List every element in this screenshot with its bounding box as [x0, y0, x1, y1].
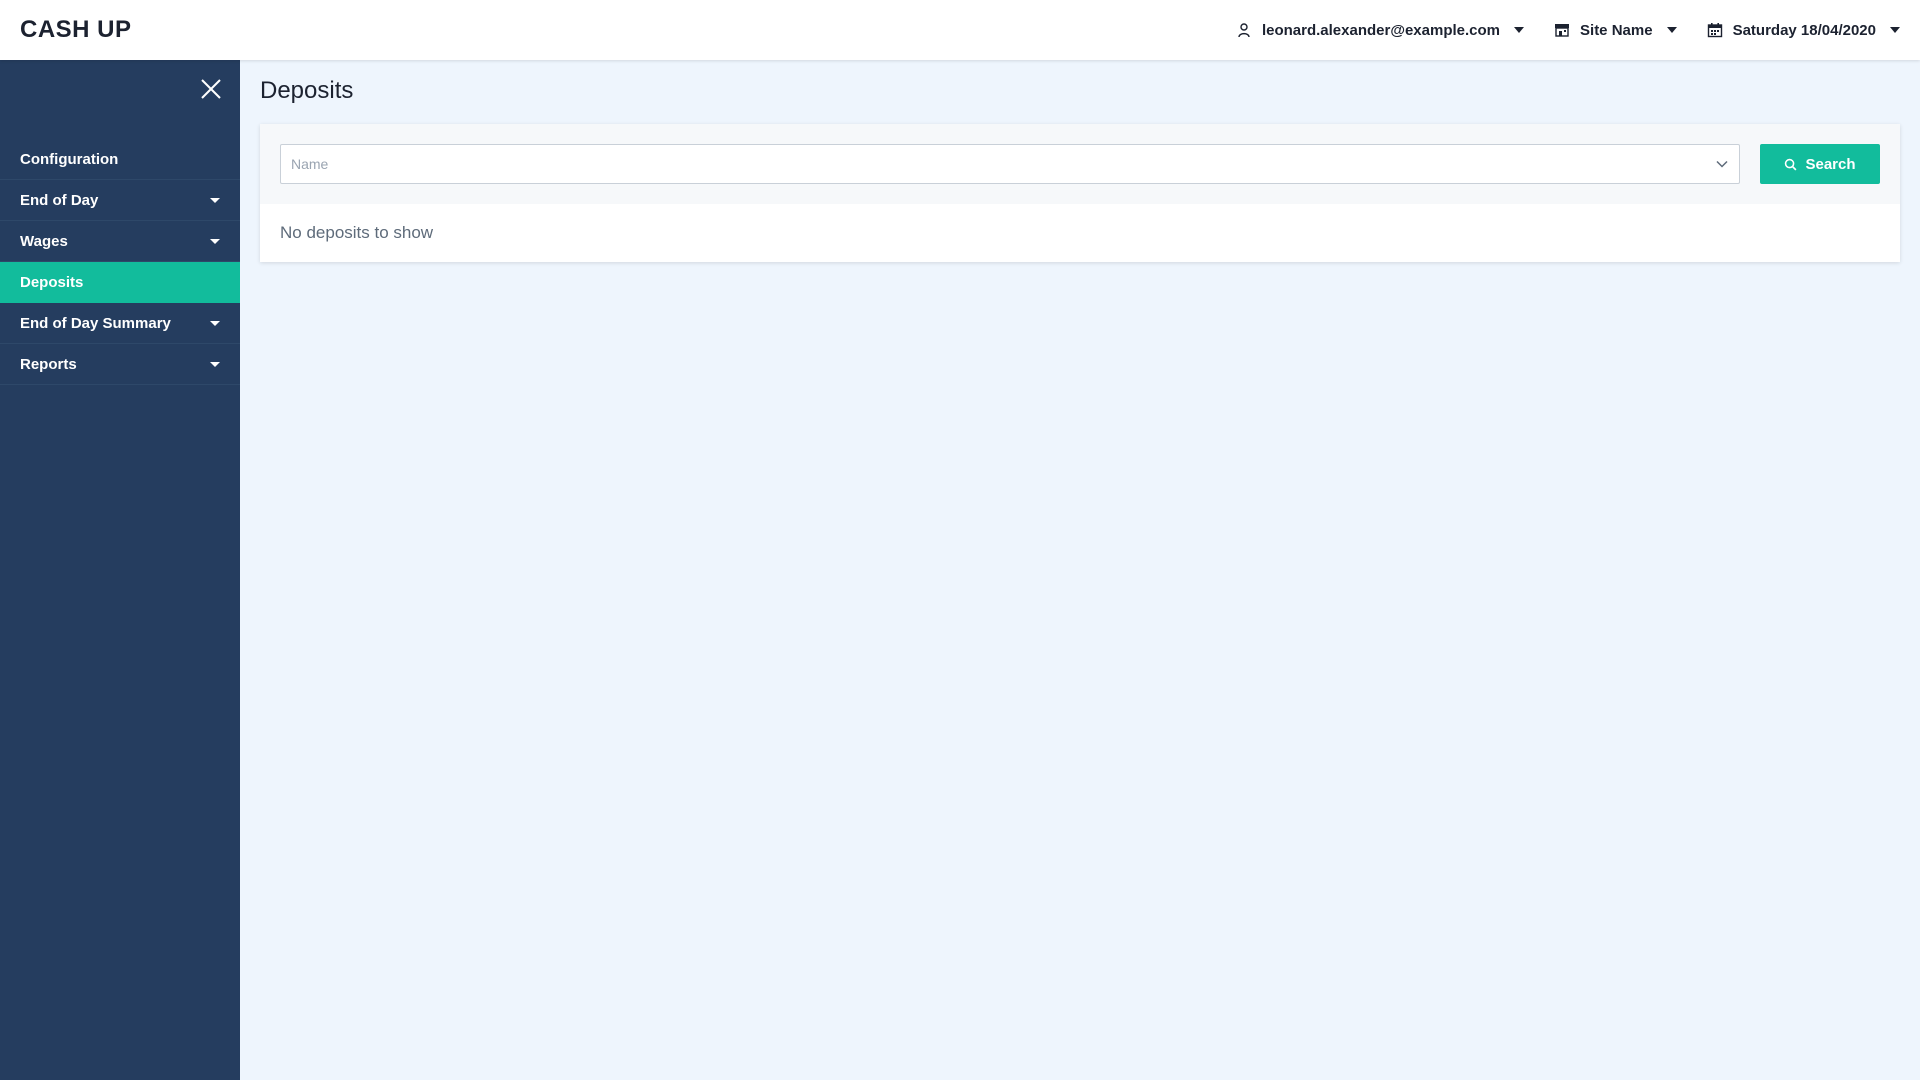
site-menu[interactable]: Site Name — [1554, 22, 1677, 39]
chevron-down-icon — [210, 238, 220, 244]
close-icon[interactable] — [200, 78, 222, 100]
search-icon — [1785, 158, 1797, 170]
search-button-label: Search — [1805, 155, 1856, 173]
name-select-placeholder: Name — [291, 156, 329, 172]
chevron-down-icon — [210, 361, 220, 367]
deposits-card: Name Search No deposits to show — [260, 124, 1900, 262]
sidebar-item-label: Wages — [20, 232, 68, 250]
sidebar-item-label: Configuration — [20, 150, 119, 168]
sidebar-item-deposits[interactable]: Deposits — [0, 262, 240, 303]
chevron-down-icon — [1716, 160, 1728, 168]
main-content: Deposits Name Search No deposits to show — [240, 60, 1920, 1080]
chevron-down-icon — [1666, 27, 1677, 33]
sidebar: Configuration End of Day Wages Deposits … — [0, 60, 240, 1080]
user-menu[interactable]: leonard.alexander@example.com — [1236, 21, 1525, 39]
chevron-down-icon — [210, 320, 220, 326]
sidebar-item-wages[interactable]: Wages — [0, 221, 240, 262]
chevron-down-icon — [210, 197, 220, 203]
calendar-icon — [1707, 23, 1722, 38]
sidebar-item-label: Deposits — [20, 273, 84, 291]
top-bar-actions: leonard.alexander@example.com Site Name — [1236, 22, 1900, 39]
sidebar-item-configuration[interactable]: Configuration — [0, 139, 240, 180]
sidebar-nav: Configuration End of Day Wages Deposits … — [0, 139, 240, 385]
current-date: Saturday 18/04/2020 — [1732, 21, 1876, 39]
sidebar-item-reports[interactable]: Reports — [0, 344, 240, 385]
user-icon — [1238, 23, 1250, 38]
top-bar: CASH UP leonard.alexander@example.com Si… — [0, 0, 1920, 60]
date-menu[interactable]: Saturday 18/04/2020 — [1707, 22, 1900, 39]
sidebar-item-label: Reports — [20, 355, 77, 373]
site-name: Site Name — [1580, 21, 1653, 39]
chevron-down-icon — [1890, 27, 1900, 33]
search-button[interactable]: Search — [1760, 144, 1880, 184]
app-title: CASH UP — [20, 16, 132, 43]
sidebar-item-label: End of Day Summary — [20, 314, 171, 332]
user-email: leonard.alexander@example.com — [1261, 21, 1501, 39]
page-title: Deposits — [260, 77, 354, 104]
sidebar-item-end-of-day-summary[interactable]: End of Day Summary — [0, 303, 240, 344]
chevron-down-icon — [1514, 27, 1525, 33]
filter-bar: Name Search — [260, 124, 1900, 204]
empty-state-message: No deposits to show — [280, 223, 434, 242]
store-icon — [1555, 24, 1570, 37]
name-select[interactable]: Name — [280, 144, 1740, 184]
sidebar-item-end-of-day[interactable]: End of Day — [0, 180, 240, 221]
sidebar-item-label: End of Day — [20, 191, 99, 209]
